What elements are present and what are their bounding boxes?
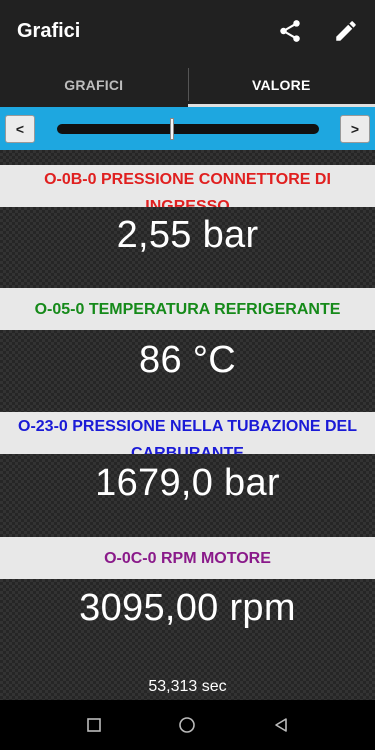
page-title: Grafici [17, 19, 81, 42]
app-bar: Grafici [0, 0, 375, 62]
slider-track[interactable] [57, 124, 319, 134]
tab-grafici[interactable]: GRAFICI [0, 62, 188, 107]
tab-valore[interactable]: VALORE [188, 62, 375, 107]
parameter-name: O-23-0 PRESSIONE NELLA TUBAZIONE DEL CAR… [18, 418, 357, 454]
parameter-name: O-0C-0 RPM MOTORE [104, 550, 271, 567]
edit-icon[interactable] [331, 16, 361, 46]
parameter-name: O-05-0 TEMPERATURA REFRIGERANTE [34, 301, 341, 318]
parameter-value-23: 1679,0 bar [95, 462, 280, 504]
share-icon[interactable] [275, 16, 305, 46]
system-navigation-bar [0, 700, 375, 750]
previous-button[interactable]: < [5, 114, 35, 143]
parameter-header-0b: O-0B-0 PRESSIONE CONNETTORE DI INGRESSO [0, 165, 375, 207]
parameter-value-0b: 2,55 bar [116, 214, 259, 256]
circle-icon[interactable] [176, 714, 198, 736]
parameter-value-0c: 3095,00 rpm [79, 587, 296, 629]
tab-bar: GRAFICI VALORE [0, 62, 375, 107]
time-slider[interactable] [57, 118, 319, 140]
time-readout: 53,313 sec [148, 678, 227, 695]
triangle-back-icon[interactable] [270, 714, 292, 736]
parameter-header-05: O-05-0 TEMPERATURA REFRIGERANTE [0, 288, 375, 330]
tab-divider [188, 68, 189, 101]
square-icon[interactable] [83, 714, 105, 736]
slider-thumb[interactable] [170, 118, 175, 140]
next-button[interactable]: > [340, 114, 370, 143]
parameter-name: O-0B-0 PRESSIONE CONNETTORE DI INGRESSO [44, 171, 331, 207]
parameter-value-05: 86 °C [139, 339, 236, 381]
parameter-header-0c: O-0C-0 RPM MOTORE [0, 537, 375, 579]
parameter-header-23: O-23-0 PRESSIONE NELLA TUBAZIONE DEL CAR… [0, 412, 375, 454]
